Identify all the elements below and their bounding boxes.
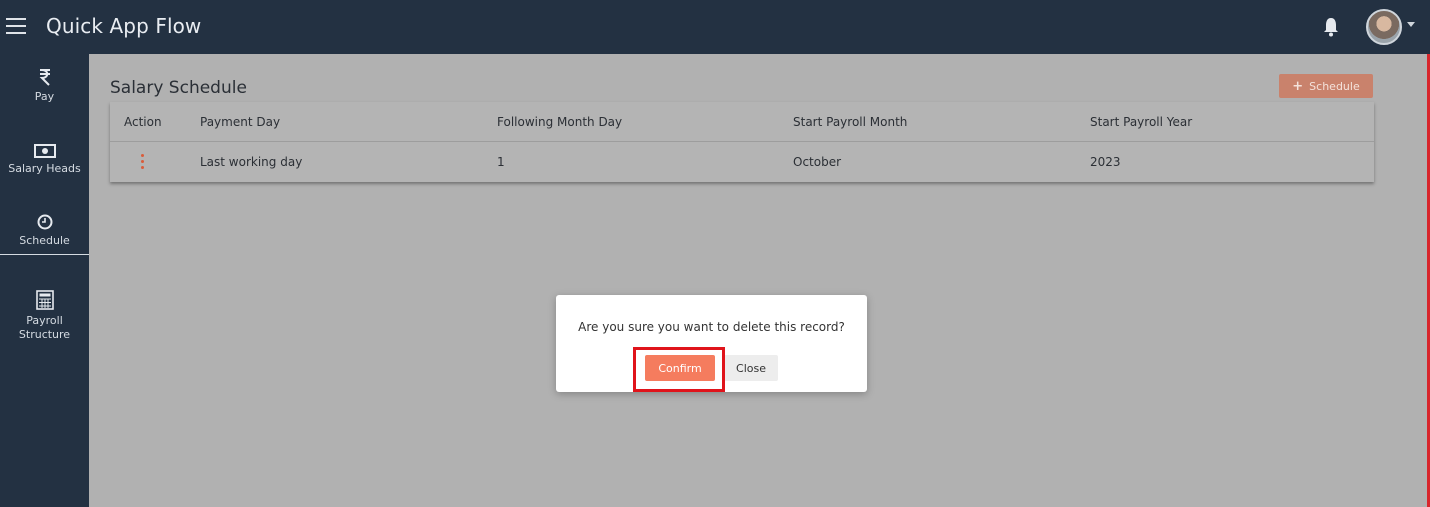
dialog-message: Are you sure you want to delete this rec… [578, 320, 845, 334]
add-schedule-label: Schedule [1309, 79, 1360, 93]
schedule-table: Action Payment Day Following Month Day S… [110, 102, 1374, 182]
payment-day-cell: Last working day [200, 155, 303, 169]
sidebar-item-payroll-structure[interactable]: Payroll Structure [0, 290, 89, 342]
kebab-menu-icon[interactable] [141, 154, 145, 170]
sidebar: Pay Salary Heads Schedule Payroll Struct… [0, 54, 89, 507]
start-payroll-year-cell: 2023 [1090, 155, 1121, 169]
following-month-day-cell: 1 [497, 155, 505, 169]
add-schedule-button[interactable]: + Schedule [1279, 74, 1373, 98]
column-header-start-payroll-year: Start Payroll Year [1090, 115, 1193, 129]
column-header-start-payroll-month: Start Payroll Month [793, 115, 908, 129]
column-header-payment-day: Payment Day [200, 115, 281, 129]
highlight-box [633, 347, 725, 392]
app-title: Quick App Flow [46, 14, 202, 38]
close-button[interactable]: Close [724, 355, 778, 381]
column-header-action: Action [124, 115, 162, 129]
table-row: Last working day 1 October 2023 [110, 142, 1374, 182]
sidebar-item-label: Schedule [19, 234, 70, 247]
sidebar-item-label: Pay [34, 90, 55, 103]
rupee-icon [39, 69, 50, 86]
chevron-down-icon[interactable] [1407, 22, 1415, 27]
user-avatar[interactable] [1366, 9, 1402, 45]
sidebar-item-pay[interactable]: Pay [0, 68, 89, 104]
banknote-icon [33, 144, 56, 158]
start-payroll-month-cell: October [793, 155, 842, 169]
bell-icon[interactable] [1322, 16, 1340, 38]
page-title: Salary Schedule [110, 78, 247, 98]
hamburger-menu-icon[interactable] [6, 18, 26, 34]
clock-icon [37, 214, 52, 230]
sidebar-item-salary-heads[interactable]: Salary Heads [0, 144, 89, 176]
column-header-following-month-day: Following Month Day [497, 115, 623, 129]
table-header: Action Payment Day Following Month Day S… [110, 102, 1374, 142]
top-bar: Quick App Flow [0, 0, 1430, 54]
calculator-icon [35, 290, 54, 310]
sidebar-item-schedule[interactable]: Schedule [0, 214, 89, 255]
plus-icon: + [1292, 78, 1304, 94]
sidebar-item-label: Payroll Structure [18, 314, 71, 341]
sidebar-item-label: Salary Heads [8, 162, 81, 175]
